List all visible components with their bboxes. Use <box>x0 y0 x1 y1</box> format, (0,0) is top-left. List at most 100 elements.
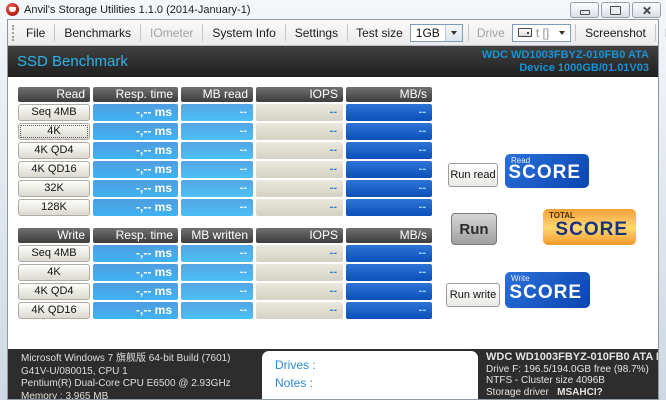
menu-iometer: IOmeter <box>142 23 201 43</box>
mbs-header: MB/s <box>346 87 432 102</box>
read-row-button-4k[interactable]: 4K <box>18 123 90 140</box>
iops-cell: -- <box>256 264 343 281</box>
drive-device-title: WDC WD1003FBYZ-010FB0 ATA Device <box>486 352 658 364</box>
app-icon <box>6 3 19 16</box>
read-row-button-seq4mb[interactable]: Seq 4MB <box>18 104 90 121</box>
resp-time-cell: -,-- ms <box>93 180 178 197</box>
mb-read-cell: -- <box>181 199 253 216</box>
mb-written-header: MB written <box>181 228 253 243</box>
test-size-label: Test size <box>349 26 410 40</box>
resp-time-cell: -,-- ms <box>93 283 178 300</box>
iops-cell: -- <box>256 302 343 319</box>
page-title: SSD Benchmark <box>17 53 128 70</box>
read-row-button-4kqd16[interactable]: 4K QD16 <box>18 161 90 178</box>
test-size-select[interactable]: 1GB <box>410 24 463 42</box>
drive-select[interactable]: t [] <box>512 24 571 42</box>
write-row-button-4k[interactable]: 4K <box>18 264 90 281</box>
separator <box>140 24 141 41</box>
total-score-value: SCORE <box>555 219 628 241</box>
mb-read-header: MB read <box>181 87 253 102</box>
menu-system-info[interactable]: System Info <box>204 23 283 43</box>
mb-read-cell: -- <box>181 161 253 178</box>
drive-fs-line: NTFS - Cluster size 4096B <box>486 375 658 387</box>
minimize-button[interactable] <box>570 2 599 18</box>
close-button[interactable] <box>632 2 661 18</box>
iops-cell: -- <box>256 180 343 197</box>
menu-file[interactable]: File <box>18 23 53 43</box>
title-bar: Anvil's Storage Utilities 1.1.0 (2014-Ja… <box>0 0 666 19</box>
separator <box>54 24 55 41</box>
device-model: WDC WD1003FBYZ-010FB0 ATA <box>482 49 649 62</box>
write-row-button-seq4mb[interactable]: Seq 4MB <box>18 245 90 262</box>
header-band: SSD Benchmark WDC WD1003FBYZ-010FB0 ATA … <box>8 46 658 77</box>
drive-free-line: Drive F: 196.5/194.0GB free (98.7%) <box>486 364 658 376</box>
mbs-cell: -- <box>346 245 432 262</box>
drive-icon <box>518 28 532 37</box>
menu-settings[interactable]: Settings <box>287 23 346 43</box>
menu-screenshot[interactable]: Screenshot <box>577 23 654 43</box>
storage-driver-line: Storage driver MSAHCI? <box>486 387 658 399</box>
app-window: Anvil's Storage Utilities 1.1.0 (2014-Ja… <box>0 0 666 400</box>
mb-read-cell: -- <box>181 142 253 159</box>
separator <box>575 24 576 41</box>
run-button[interactable]: Run <box>451 213 497 245</box>
chevron-down-icon[interactable] <box>554 25 570 41</box>
system-info: Microsoft Windows 7 旗舰版 64-bit Build (76… <box>21 353 231 399</box>
menu-benchmarks[interactable]: Benchmarks <box>56 23 139 43</box>
window-content: File Benchmarks IOmeter System Info Sett… <box>7 19 659 400</box>
board-line: G41V-U/080015, CPU 1 <box>21 366 231 379</box>
menu-help[interactable]: Help <box>657 23 666 43</box>
iops-header: IOPS <box>256 228 343 243</box>
chevron-down-icon[interactable] <box>445 25 462 41</box>
separator <box>347 24 348 41</box>
notes-panel: Drives : Notes : <box>262 351 478 399</box>
run-read-button[interactable]: Run read <box>448 163 498 187</box>
separator <box>285 24 286 41</box>
resp-time-cell: -,-- ms <box>93 264 178 281</box>
read-table: Read Resp. time MB read IOPS MB/s Seq 4M… <box>18 87 432 216</box>
write-row-button-4kqd4[interactable]: 4K QD4 <box>18 283 90 300</box>
mb-written-cell: -- <box>181 302 253 319</box>
drive-label: Drive <box>470 26 512 40</box>
device-info: WDC WD1003FBYZ-010FB0 ATA Device 1000GB/… <box>482 49 649 75</box>
write-table: Write Resp. time MB written IOPS MB/s Se… <box>18 228 432 319</box>
resp-time-cell: -,-- ms <box>93 123 178 140</box>
device-capacity: Device 1000GB/01.01V03 <box>482 62 649 75</box>
resp-time-cell: -,-- ms <box>93 302 178 319</box>
read-score-box: Read SCORE <box>505 154 589 188</box>
iops-cell: -- <box>256 142 343 159</box>
window-controls <box>570 2 661 18</box>
read-score-value: SCORE <box>508 162 581 184</box>
mbs-cell: -- <box>346 264 432 281</box>
total-score-box: TOTAL SCORE <box>543 209 636 245</box>
separator <box>655 24 656 41</box>
drives-label: Drives : <box>275 356 465 374</box>
write-row-button-4kqd16[interactable]: 4K QD16 <box>18 302 90 319</box>
toolbar: File Benchmarks IOmeter System Info Sett… <box>8 20 658 46</box>
mb-written-cell: -- <box>181 283 253 300</box>
iops-cell: -- <box>256 161 343 178</box>
mb-written-cell: -- <box>181 264 253 281</box>
read-row-button-32k[interactable]: 32K <box>18 180 90 197</box>
mbs-cell: -- <box>346 302 432 319</box>
mb-written-cell: -- <box>181 245 253 262</box>
maximize-button[interactable] <box>601 2 630 18</box>
resp-time-header: Resp. time <box>93 228 178 243</box>
write-header: Write <box>18 228 90 243</box>
resp-time-cell: -,-- ms <box>93 199 178 216</box>
run-write-button[interactable]: Run write <box>446 283 500 307</box>
storage-driver-value: MSAHCI? <box>557 387 603 398</box>
resp-time-header: Resp. time <box>93 87 178 102</box>
mbs-header: MB/s <box>346 228 432 243</box>
mbs-cell: -- <box>346 180 432 197</box>
read-row-button-4kqd4[interactable]: 4K QD4 <box>18 142 90 159</box>
read-row-button-128k[interactable]: 128K <box>18 199 90 216</box>
mbs-cell: -- <box>346 123 432 140</box>
iops-cell: -- <box>256 104 343 121</box>
drive-value-wrap: t [] <box>513 26 554 40</box>
window-title: Anvil's Storage Utilities 1.1.0 (2014-Ja… <box>24 4 250 16</box>
os-line: Microsoft Windows 7 旗舰版 64-bit Build (76… <box>21 353 231 366</box>
resp-time-cell: -,-- ms <box>93 161 178 178</box>
read-header: Read <box>18 87 90 102</box>
drive-value: t [] <box>536 26 549 40</box>
